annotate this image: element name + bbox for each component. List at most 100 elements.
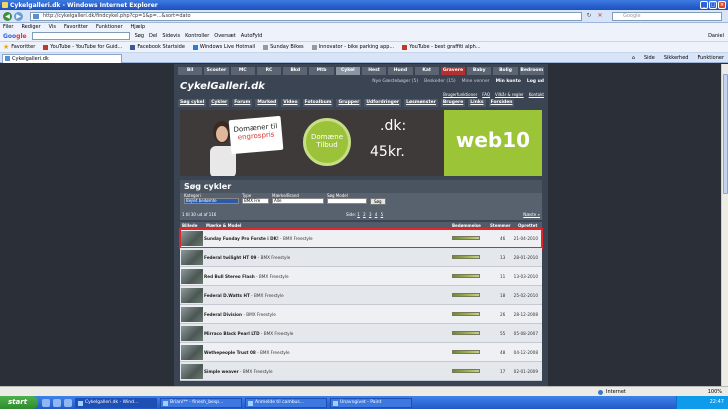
page-link[interactable]: 3 <box>369 212 372 217</box>
favorite-link[interactable]: Innovator - bike parking app... <box>311 44 394 50</box>
bike-name[interactable]: Simple weaver - BMX Freestyle <box>204 369 273 374</box>
bike-thumbnail[interactable] <box>181 269 203 284</box>
bike-name[interactable]: Mirraco Black Pearl LTD - BMX Freestyle <box>204 331 293 336</box>
media-icon[interactable] <box>64 398 72 407</box>
nav-home[interactable]: Forsiden <box>488 99 515 107</box>
task-msn-2[interactable]: Anmelde til cambus... <box>245 397 327 408</box>
favorite-link[interactable]: YouTube - best graffiti alph... <box>402 44 481 50</box>
bike-thumbnail[interactable] <box>181 307 203 322</box>
nav-links[interactable]: Links <box>468 99 486 107</box>
site-logo[interactable]: CykelGalleri.dk <box>180 81 265 92</box>
messages-link[interactable]: Beskeder (15) <box>424 79 456 84</box>
contact-link[interactable]: Kontakt <box>529 92 544 97</box>
menu-edit[interactable]: Rediger <box>21 24 40 30</box>
guestbook-link[interactable]: Nye Gæstebøger (5) <box>372 79 418 84</box>
cat-bkd[interactable]: Bkd <box>283 67 308 75</box>
bike-name[interactable]: Federal twilight HT 09 - BMX Freestyle <box>204 255 290 260</box>
table-row[interactable]: Federal twilight HT 09 - BMX Freestyle 13… <box>180 248 542 267</box>
cat-bolig[interactable]: Bolig <box>493 67 518 75</box>
table-row[interactable]: Mirraco Black Pearl LTD - BMX Freestyle 5… <box>180 324 542 343</box>
ie-icon[interactable] <box>42 398 50 407</box>
table-row[interactable]: Sunday Funday Pro Forste i DK! - BMX Fre… <box>179 228 543 249</box>
cat-kat[interactable]: Kat <box>414 67 439 75</box>
table-row[interactable]: Red Bull Stereo Flash - BMX Freestyle 11 1… <box>180 267 542 286</box>
safety-menu[interactable]: Sikkerhed <box>664 55 689 61</box>
bike-thumbnail[interactable] <box>181 364 203 379</box>
desktop-icon[interactable] <box>53 398 61 407</box>
task-paint[interactable]: Unavngivet - Paint <box>330 397 412 408</box>
bike-thumbnail[interactable] <box>181 345 203 360</box>
table-row[interactable]: Simple weaver - BMX Freestyle 17 02-01-200… <box>180 362 542 381</box>
friends-link[interactable]: Mine venner <box>462 79 490 84</box>
minimize-button[interactable]: _ <box>700 1 708 9</box>
table-row[interactable]: Federal Division - BMX Freestyle 26 28-12-… <box>180 305 542 324</box>
nav-bikes[interactable]: Cykler <box>209 99 230 107</box>
account-link[interactable]: Min konto <box>496 79 521 84</box>
bike-thumbnail[interactable] <box>181 288 203 303</box>
faq-link[interactable]: FAQ <box>482 92 490 97</box>
nav-market[interactable]: Marked <box>255 99 279 107</box>
menu-help[interactable]: Hjælp <box>131 24 146 30</box>
page-scrollbar[interactable] <box>721 64 728 386</box>
page-link[interactable]: 2 <box>363 212 366 217</box>
menu-favorites[interactable]: Favoritter <box>64 24 88 30</box>
nav-groups[interactable]: Grupper <box>336 99 362 107</box>
bike-name[interactable]: Federal D.Watts HT - BMX Freestyle <box>204 293 284 298</box>
google-sidewiki-button[interactable]: Sidevis <box>162 33 180 39</box>
nav-users[interactable]: Brugere <box>440 99 466 107</box>
menu-file[interactable]: Filer <box>3 24 13 30</box>
page-link[interactable]: 4 <box>375 212 378 217</box>
google-check-button[interactable]: Kontroller <box>185 33 209 39</box>
cat-scooter[interactable]: Scooter <box>204 67 229 75</box>
nav-patterns[interactable]: Løsmønster <box>404 99 438 107</box>
google-autofill-button[interactable]: AutoFyld <box>241 33 263 39</box>
google-user[interactable]: Daniel <box>708 33 724 39</box>
tools-menu[interactable]: Funktioner <box>697 55 724 61</box>
google-translate-button[interactable]: Oversæt <box>214 33 236 39</box>
type-select[interactable]: BMX Fre <box>242 198 269 204</box>
col-rating[interactable]: Bedømmelse <box>452 223 481 228</box>
start-button[interactable]: start <box>0 396 38 409</box>
cat-bedroom[interactable]: Bedroom <box>519 67 544 75</box>
table-row[interactable]: Federal D.Watts HT - BMX Freestyle 18 25-0… <box>180 286 542 305</box>
forward-button[interactable]: ▶ <box>14 12 23 21</box>
page-menu[interactable]: Side <box>644 55 655 61</box>
task-msn-1[interactable]: Brian/** - finesh_besp... <box>160 397 242 408</box>
bike-thumbnail[interactable] <box>181 231 203 246</box>
google-search-button[interactable]: Søg <box>135 33 144 39</box>
next-page-link[interactable]: Næste » <box>523 212 540 217</box>
favorite-link[interactable]: Windows Live Hotmail <box>192 44 255 50</box>
page-link[interactable]: 5 <box>381 212 384 217</box>
favorite-link[interactable]: Facebook Startside <box>130 44 185 50</box>
cat-hund[interactable]: Hund <box>388 67 413 75</box>
scroll-thumb[interactable] <box>723 74 728 194</box>
nav-challenges[interactable]: Udfordringer <box>364 99 402 107</box>
model-input[interactable] <box>327 198 367 204</box>
back-button[interactable]: ◀ <box>3 12 12 21</box>
task-cykelgalleri[interactable]: Cykelgalleri.dk - Wind... <box>75 397 157 408</box>
category-select[interactable]: Bejlet bedømte <box>184 198 239 204</box>
nav-photoalbum[interactable]: Fotoalbum <box>302 99 334 107</box>
search-button[interactable]: Søg <box>370 198 386 205</box>
nav-video[interactable]: Video <box>281 99 300 107</box>
home-icon[interactable]: ⌂ <box>632 55 635 61</box>
nav-forum[interactable]: Forum <box>232 99 253 107</box>
col-votes[interactable]: Stemmer <box>490 223 511 228</box>
bike-name[interactable]: Wethepeople Trust 08 - BMX Freestyle <box>204 350 290 355</box>
cat-bil[interactable]: Bil <box>178 67 203 75</box>
page-link[interactable]: 1 <box>357 212 360 217</box>
terms-link[interactable]: Vilkår & regler <box>495 92 524 97</box>
bike-name[interactable]: Red Bull Stereo Flash - BMX Freestyle <box>204 274 289 279</box>
tab-cykelgalleri[interactable]: Cykelgalleri.dk <box>2 54 122 63</box>
col-created[interactable]: Oprettet <box>518 223 537 228</box>
bike-name[interactable]: Federal Division - BMX Freestyle <box>204 312 276 317</box>
cat-mc[interactable]: MC <box>230 67 255 75</box>
bike-thumbnail[interactable] <box>181 250 203 265</box>
menu-tools[interactable]: Funktioner <box>96 24 123 30</box>
menu-view[interactable]: Vis <box>49 24 56 30</box>
clock[interactable]: 22:47 <box>710 399 724 405</box>
logout-link[interactable]: Log ud <box>527 79 544 84</box>
bike-thumbnail[interactable] <box>181 326 203 341</box>
brand-select[interactable]: Alle <box>272 198 324 204</box>
cat-mtb[interactable]: Mtb <box>309 67 334 75</box>
